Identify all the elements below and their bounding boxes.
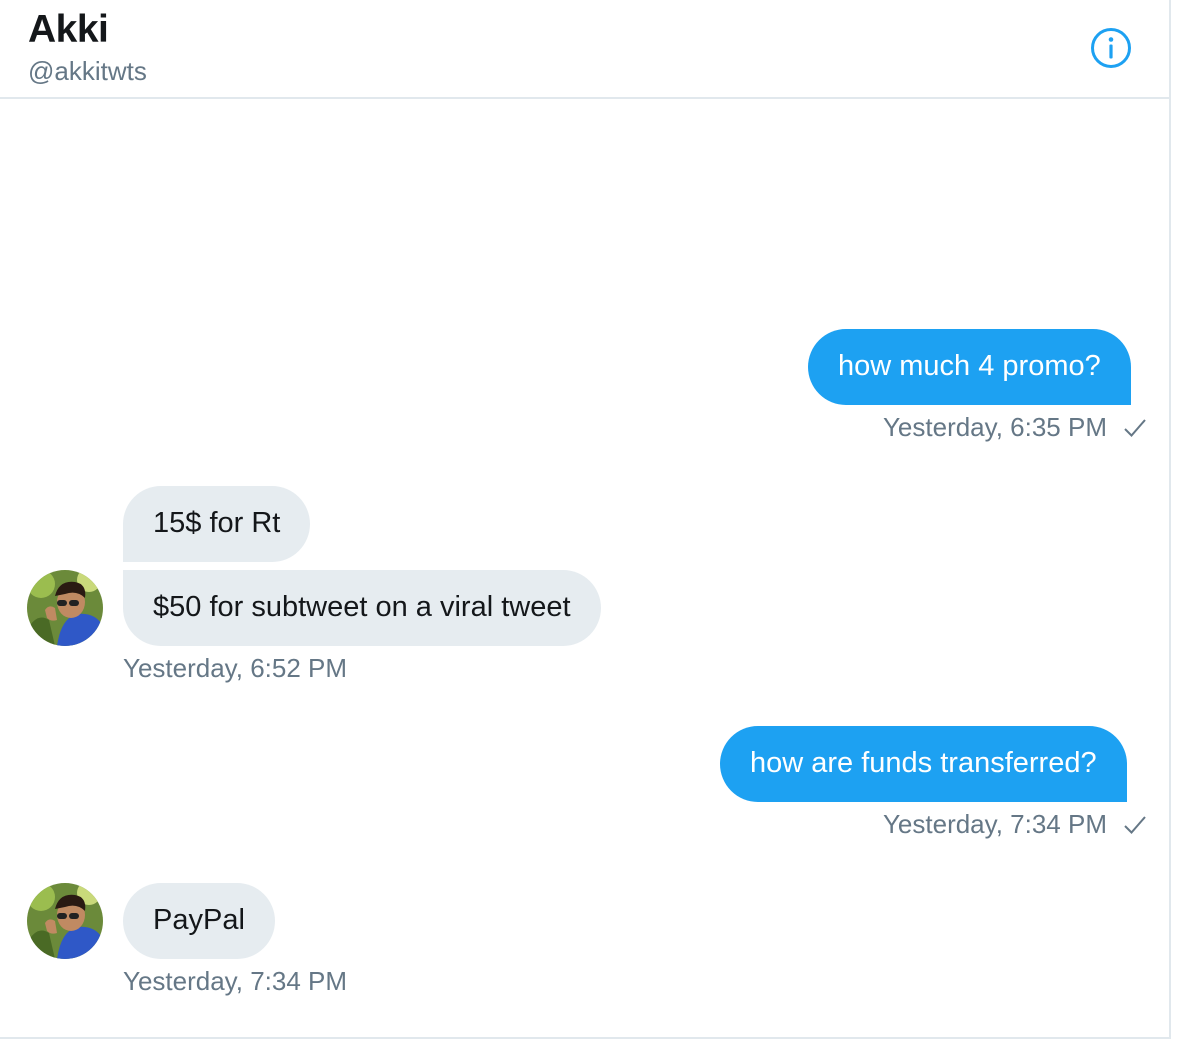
conversation-panel: Akki @akkitwts how much 4 promo? Yesterd… [0,0,1171,1039]
conversation-title: Akki [28,8,109,51]
incoming-message-bubble[interactable]: $50 for subtweet on a viral tweet [123,570,601,646]
timestamp-text: Yesterday, 6:35 PM [882,412,1107,442]
message-timestamp: Yesterday, 6:52 PM [123,653,348,683]
info-icon[interactable] [1090,27,1132,69]
conversation-header: Akki @akkitwts [0,0,1170,99]
message-timestamp: Yesterday, 6:35 PM [883,412,1107,443]
avatar-icon[interactable] [27,570,103,646]
outgoing-message-bubble[interactable]: how much 4 promo? [808,329,1131,405]
avatar-icon[interactable] [27,883,103,959]
message-timestamp: Yesterday, 7:34 PM [883,809,1107,840]
checkmark-icon [1124,419,1146,437]
message-timestamp: Yesterday, 7:34 PM [123,966,348,996]
outgoing-message-bubble[interactable]: how are funds transferred? [720,726,1127,802]
incoming-message-bubble[interactable]: PayPal [123,883,275,959]
checkmark-icon [1124,816,1146,834]
timestamp-text: Yesterday, 7:34 PM [882,809,1107,839]
conversation-handle: @akkitwts [28,56,147,86]
incoming-message-bubble[interactable]: 15$ for Rt [123,486,311,562]
